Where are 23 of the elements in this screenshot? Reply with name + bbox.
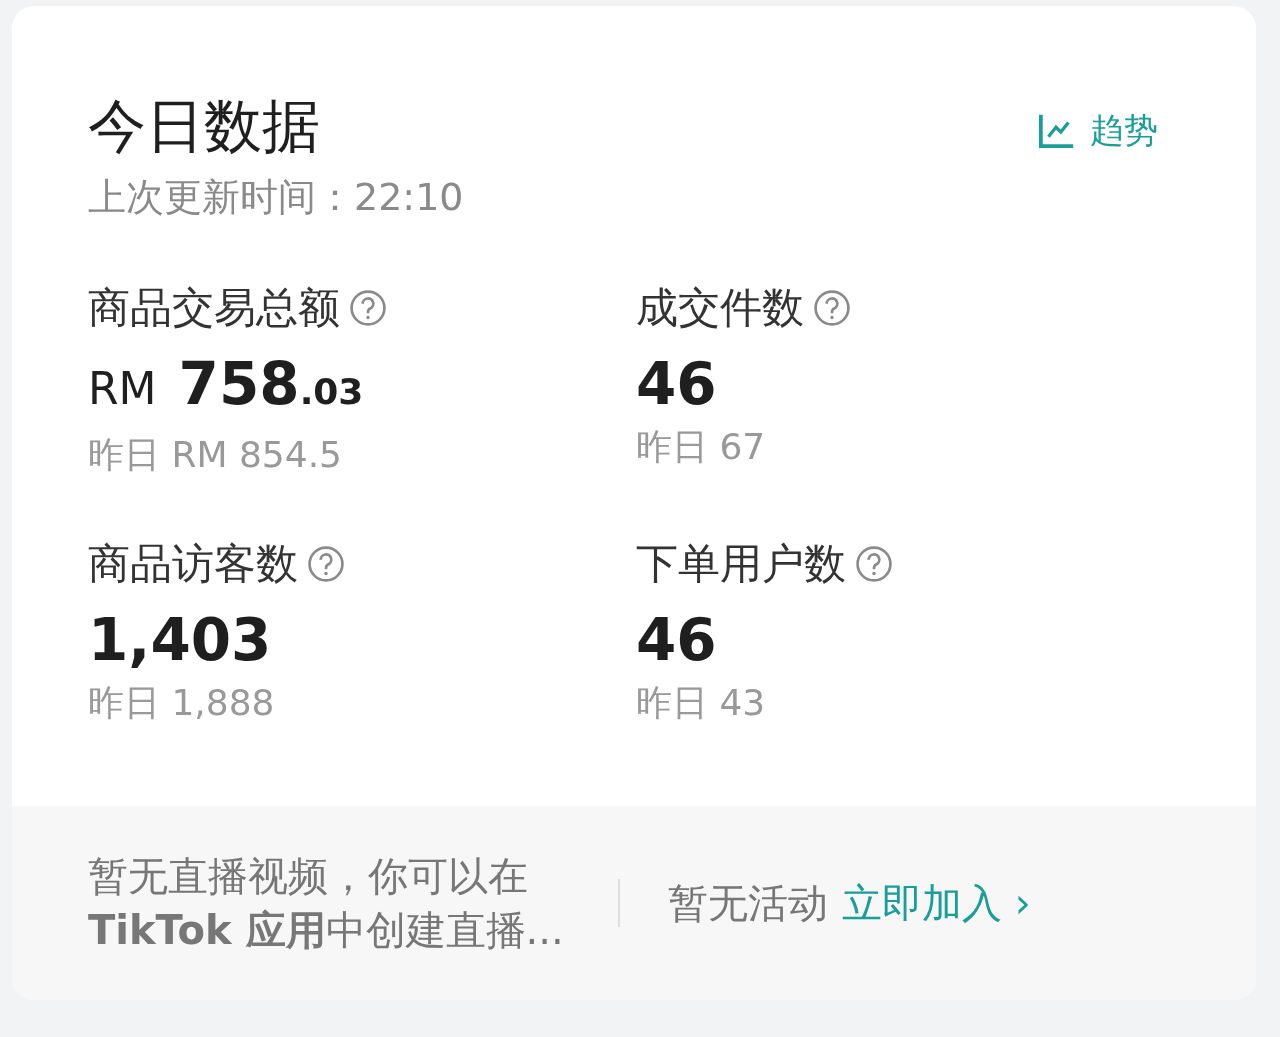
metric-label: 下单用户数 [636,540,846,588]
line-chart-icon [1038,112,1076,150]
metric-label: 成交件数 [636,284,804,332]
metric-label: 商品访客数 [88,540,298,588]
yesterday-value: 昨日 1,888 [88,681,276,725]
metric-value: RM 758.03 [88,352,364,420]
update-time: 上次更新时间：22:10 [88,174,464,220]
help-icon[interactable] [856,546,892,582]
activity-note: 暂无活动 [668,878,828,928]
card-title: 今日数据 [88,94,321,158]
metric-value: 46 [636,352,717,416]
help-icon[interactable] [308,546,344,582]
yesterday-value: 昨日 43 [636,681,767,725]
yesterday-value: 昨日 RM 854.5 [88,433,344,477]
live-note: 暂无直播视频，你可以在TikTok 应用中创建直播... [88,852,565,955]
metric-value: 1,403 [88,608,272,672]
yesterday-value: 昨日 67 [636,425,767,469]
help-icon[interactable] [350,290,386,326]
help-icon[interactable] [814,290,850,326]
join-link[interactable]: 立即加入 › [842,875,1031,931]
metric-value: 46 [636,608,717,672]
metric-label: 商品交易总额 [88,284,340,332]
trend-link[interactable]: 趋势 [1038,108,1158,154]
